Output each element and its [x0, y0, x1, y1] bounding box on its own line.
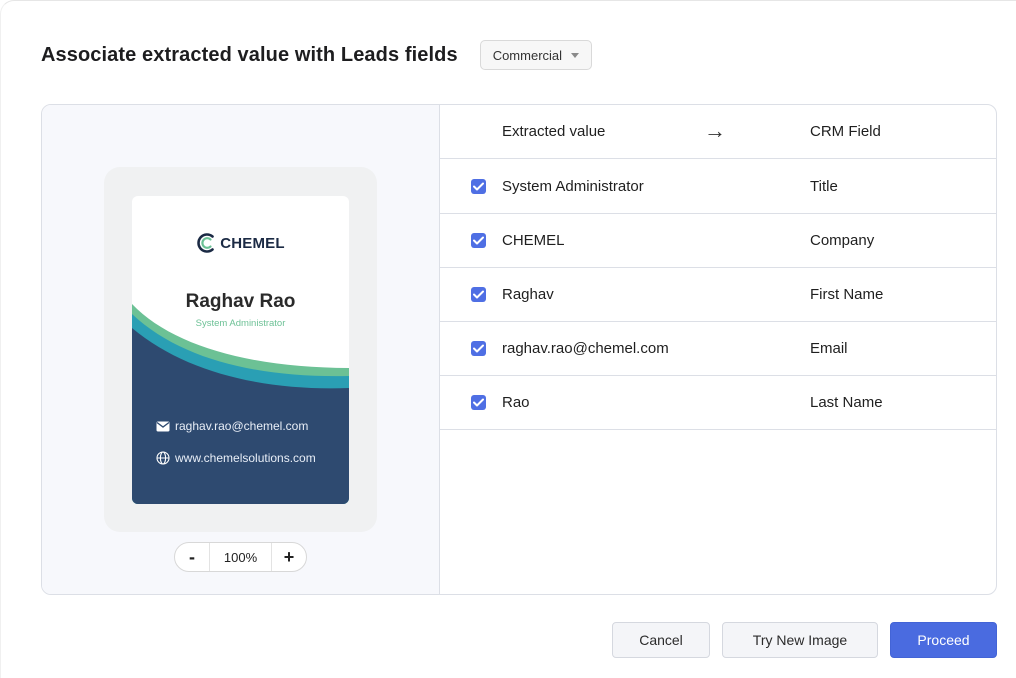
arrow-right-icon: → — [704, 118, 726, 143]
field-mapping-table: Extracted value → CRM Field System Admin… — [440, 105, 996, 594]
column-header-crm-field: CRM Field — [810, 123, 881, 140]
table-row: raghav.rao@chemel.com Email — [440, 322, 996, 376]
card-website-text: www.chemelsolutions.com — [175, 451, 316, 465]
try-new-image-button[interactable]: Try New Image — [722, 622, 878, 658]
card-person-role: System Administrator — [195, 318, 286, 329]
zoom-control: - 100% + — [174, 542, 307, 572]
row-checkbox[interactable] — [471, 395, 486, 410]
globe-icon — [156, 451, 170, 465]
business-card-image: CHEMEL Raghav Rao System Administrator r… — [132, 196, 349, 504]
row-checkbox[interactable] — [471, 287, 486, 302]
crm-field: Company — [810, 232, 875, 249]
zoom-level: 100% — [209, 543, 272, 571]
lead-type-dropdown[interactable]: Commercial — [479, 40, 593, 70]
chemel-logo-icon — [197, 233, 215, 253]
crm-field: First Name — [810, 286, 884, 303]
cancel-button[interactable]: Cancel — [612, 622, 710, 658]
table-row: Rao Last Name — [440, 376, 996, 430]
card-email-text: raghav.rao@chemel.com — [175, 419, 309, 433]
mapping-panel: CHEMEL Raghav Rao System Administrator r… — [41, 104, 997, 595]
dialog-header: Associate extracted value with Leads fie… — [41, 39, 593, 71]
crm-field: Last Name — [810, 394, 883, 411]
extracted-value: CHEMEL — [502, 232, 565, 249]
extracted-value: Raghav — [502, 286, 554, 303]
mail-icon — [156, 419, 170, 433]
card-frame: CHEMEL Raghav Rao System Administrator r… — [104, 167, 377, 532]
crm-field: Email — [810, 340, 848, 357]
associate-fields-dialog: Associate extracted value with Leads fie… — [0, 0, 1016, 678]
extracted-value: raghav.rao@chemel.com — [502, 340, 669, 357]
caret-down-icon — [571, 52, 580, 58]
table-header-row: Extracted value → CRM Field — [440, 105, 996, 159]
extracted-value: Rao — [502, 394, 530, 411]
extracted-value: System Administrator — [502, 178, 644, 195]
lead-type-dropdown-value: Commercial — [492, 47, 563, 63]
row-checkbox[interactable] — [471, 341, 486, 356]
dialog-title: Associate extracted value with Leads fie… — [41, 43, 458, 66]
card-email-line: raghav.rao@chemel.com — [156, 419, 308, 433]
row-checkbox[interactable] — [471, 233, 486, 248]
table-row: CHEMEL Company — [440, 214, 996, 268]
proceed-button[interactable]: Proceed — [890, 622, 997, 658]
card-person-name: Raghav Rao — [185, 291, 296, 312]
row-checkbox[interactable] — [471, 179, 486, 194]
table-row: Raghav First Name — [440, 268, 996, 322]
zoom-in-button[interactable]: + — [272, 543, 306, 571]
image-preview-pane: CHEMEL Raghav Rao System Administrator r… — [42, 105, 440, 594]
card-logo-text: CHEMEL — [220, 234, 285, 252]
zoom-out-button[interactable]: - — [175, 543, 209, 571]
table-row: System Administrator Title — [440, 160, 996, 214]
card-logo: CHEMEL — [132, 232, 349, 254]
column-header-extracted: Extracted value — [502, 123, 606, 140]
card-website-line: www.chemelsolutions.com — [156, 451, 316, 465]
crm-field: Title — [810, 178, 838, 195]
